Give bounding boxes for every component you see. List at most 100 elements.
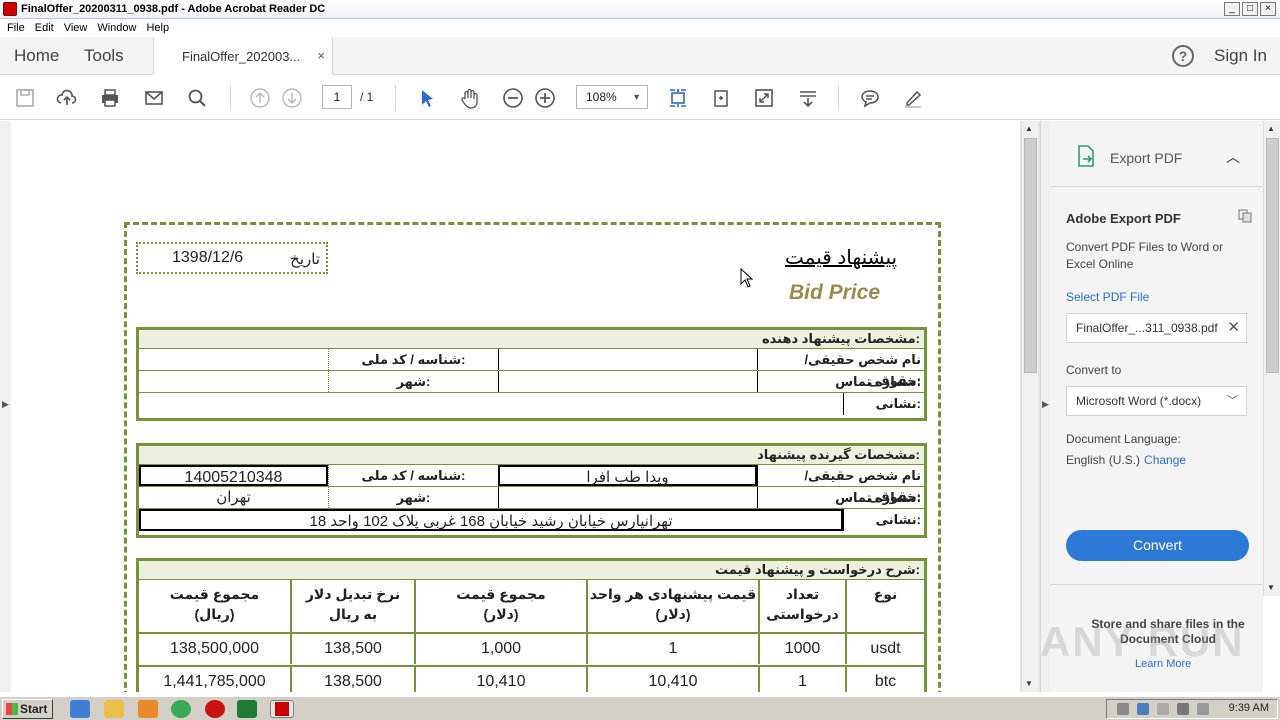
recipient-phone-field bbox=[498, 487, 757, 508]
cell-rate: 138,500 bbox=[290, 667, 414, 692]
cell-total-usd: 10,410 bbox=[414, 667, 586, 692]
bidder-phone-field bbox=[498, 371, 757, 392]
bidder-row-name: نام شخص حقیقی/ حقوقی: شناسه / کد ملی: bbox=[139, 349, 924, 388]
scroll-down-icon[interactable]: ▼ bbox=[1025, 679, 1033, 688]
acrobat-taskbar-button[interactable] bbox=[270, 700, 294, 718]
window-titlebar: FinalOffer_20200311_0938.pdf - Adobe Acr… bbox=[0, 0, 1280, 19]
convert-button[interactable]: Convert bbox=[1066, 530, 1249, 561]
menu-help[interactable]: Help bbox=[146, 22, 169, 34]
zoom-out-icon[interactable] bbox=[500, 85, 526, 111]
scroll-down-icon[interactable]: ▼ bbox=[1267, 583, 1275, 592]
document-title-en: Bid Price bbox=[789, 281, 881, 304]
network-icon[interactable] bbox=[1137, 703, 1149, 715]
convert-to-select[interactable]: Microsoft Word (*.docx) ﹀ bbox=[1066, 386, 1247, 416]
selected-file-field[interactable]: FinalOffer_...311_0938.pdf ✕ bbox=[1066, 313, 1247, 343]
tools-tab[interactable]: Tools bbox=[84, 46, 124, 66]
select-pdf-file-link[interactable]: Select PDF File bbox=[1066, 290, 1149, 304]
fit-page-icon[interactable] bbox=[665, 85, 691, 111]
scrollbar-thumb[interactable] bbox=[1024, 138, 1037, 373]
menu-file[interactable]: File bbox=[7, 22, 25, 34]
menu-bar: File Edit View Window Help bbox=[0, 19, 1280, 37]
chevron-down-icon: ▼ bbox=[632, 92, 641, 102]
email-icon[interactable] bbox=[141, 85, 167, 111]
page-number-input[interactable]: 1 bbox=[322, 85, 352, 109]
menu-view[interactable]: View bbox=[64, 22, 88, 34]
scroll-up-icon[interactable]: ▲ bbox=[1267, 124, 1275, 133]
upload-cloud-icon[interactable] bbox=[54, 85, 80, 111]
column-header-line: مجموع قیمت bbox=[169, 586, 260, 602]
remove-file-icon[interactable]: ✕ bbox=[1227, 314, 1240, 342]
bidder-city-field bbox=[139, 371, 328, 392]
hand-tool-icon[interactable] bbox=[457, 85, 483, 111]
zoom-select[interactable]: 108% ▼ bbox=[576, 85, 648, 109]
cell-qty: 1000 bbox=[758, 634, 845, 664]
column-header-qty: تعداد درخواستی bbox=[758, 580, 845, 632]
full-screen-icon[interactable] bbox=[751, 85, 777, 111]
sign-in-link[interactable]: Sign In bbox=[1214, 46, 1267, 66]
search-icon[interactable] bbox=[184, 85, 210, 111]
table-row: btc 1 10,410 10,410 138,500 1,441,785,00… bbox=[139, 665, 924, 692]
column-header-line: (ریال) bbox=[194, 606, 235, 622]
document-language-label: Document Language: bbox=[1066, 432, 1181, 446]
menu-edit[interactable]: Edit bbox=[35, 22, 54, 34]
pdf-page: تاریخ 1398/12/6 پیشنهاد قیمت Bid Price م… bbox=[11, 121, 1020, 692]
scroll-up-icon[interactable]: ▲ bbox=[1025, 124, 1033, 133]
export-pdf-header[interactable]: Export PDF ︿ bbox=[1050, 121, 1263, 187]
zoom-in-icon[interactable] bbox=[532, 85, 558, 111]
pricing-header: شرح درخواست و پیشنهاد قیمت: bbox=[139, 561, 924, 580]
rotate-icon[interactable] bbox=[708, 85, 734, 111]
export-pdf-panel: Export PDF ︿ Adobe Export PDF Convert PD… bbox=[1050, 121, 1263, 692]
start-label: Start bbox=[20, 702, 48, 716]
change-language-link[interactable]: Change bbox=[1144, 453, 1186, 467]
scroll-mode-icon[interactable] bbox=[795, 85, 821, 111]
right-panel-toggle[interactable]: ▶ bbox=[1040, 121, 1050, 692]
minimize-button[interactable]: _ bbox=[1224, 2, 1240, 16]
cell-unit-price: 10,410 bbox=[586, 667, 758, 692]
monitor-icon[interactable] bbox=[1157, 703, 1169, 715]
ie-icon[interactable] bbox=[70, 700, 90, 718]
opera-icon[interactable] bbox=[205, 700, 225, 718]
help-icon[interactable]: ? bbox=[1172, 45, 1194, 67]
column-header-line: نرخ تبدیل دلار bbox=[305, 586, 401, 602]
close-tab-icon[interactable]: × bbox=[317, 48, 325, 63]
folder-icon[interactable] bbox=[104, 700, 124, 718]
chevron-up-icon[interactable]: ︿ bbox=[1226, 147, 1240, 167]
document-scrollbar[interactable]: ▲ ▼ bbox=[1021, 121, 1038, 692]
document-viewer[interactable]: ▶ تاریخ 1398/12/6 پیشنهاد قیمت Bid Price… bbox=[0, 121, 1040, 692]
select-cursor-icon[interactable] bbox=[414, 85, 440, 111]
system-tray: 9:39 AM bbox=[1106, 699, 1278, 719]
scrollbar-thumb[interactable] bbox=[1266, 138, 1279, 373]
volume-icon[interactable] bbox=[1177, 703, 1189, 715]
close-window-button[interactable]: × bbox=[1260, 2, 1276, 16]
excel-icon[interactable] bbox=[237, 700, 257, 718]
tray-arrow-icon[interactable] bbox=[1117, 703, 1129, 715]
cell-total-usd: 1,000 bbox=[414, 634, 586, 664]
start-button[interactable]: Start bbox=[2, 699, 53, 719]
recipient-name-value: ویدا طب افرا bbox=[498, 465, 757, 486]
previous-page-icon[interactable] bbox=[247, 85, 273, 111]
flag-icon[interactable] bbox=[1197, 703, 1209, 715]
document-title-fa: پیشنهاد قیمت bbox=[785, 247, 898, 269]
windows-logo-icon bbox=[6, 703, 18, 715]
highlight-pen-icon[interactable] bbox=[900, 85, 926, 111]
print-icon[interactable] bbox=[97, 85, 123, 111]
panel-scrollbar[interactable]: ▲ ▼ bbox=[1263, 121, 1280, 596]
zoom-value: 108% bbox=[586, 90, 617, 104]
cell-total-rial: 138,500,000 bbox=[170, 640, 259, 657]
left-panel-toggle[interactable]: ▶ bbox=[0, 121, 11, 692]
media-player-icon[interactable] bbox=[138, 700, 158, 718]
home-tab[interactable]: Home bbox=[14, 46, 59, 66]
next-page-icon[interactable] bbox=[279, 85, 305, 111]
menu-window[interactable]: Window bbox=[97, 22, 136, 34]
document-tab[interactable]: FinalOffer_202003... × bbox=[153, 37, 333, 75]
maximize-button[interactable]: □ bbox=[1242, 2, 1258, 16]
date-box: تاریخ 1398/12/6 bbox=[136, 242, 328, 274]
copy-icon[interactable] bbox=[1238, 209, 1252, 223]
page-total: / 1 bbox=[360, 90, 374, 104]
chrome-icon[interactable] bbox=[171, 700, 191, 718]
recipient-address-label: نشانی: bbox=[843, 509, 924, 531]
nav-bar: Home Tools FinalOffer_202003... × ? Sign… bbox=[0, 37, 1280, 75]
document-language-value: English (U.S.) bbox=[1066, 453, 1141, 467]
comment-icon[interactable] bbox=[857, 85, 883, 111]
save-icon[interactable] bbox=[12, 85, 38, 111]
